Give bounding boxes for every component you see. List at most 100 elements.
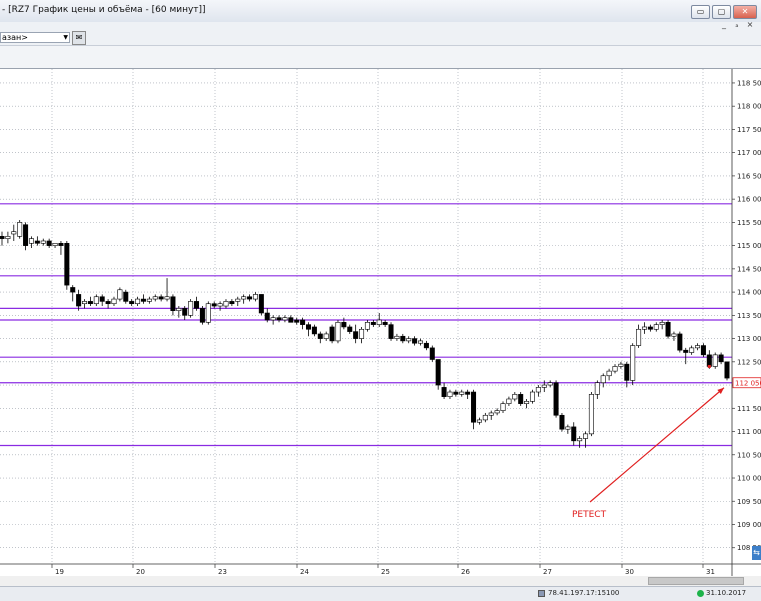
bull-candle-body bbox=[541, 384, 547, 388]
maximize-button[interactable]: ▢ bbox=[712, 5, 731, 19]
bull-candle-body bbox=[5, 236, 11, 239]
candle bbox=[624, 361, 630, 388]
bear-candle-body bbox=[683, 349, 689, 353]
mdi-restore-button[interactable]: ₐ bbox=[732, 21, 742, 30]
candle bbox=[305, 322, 312, 337]
chart-svg[interactable]: 108 500109 000109 500110 000110 500111 0… bbox=[0, 69, 761, 577]
mdi-controls: _ ₐ × bbox=[719, 21, 755, 30]
candle bbox=[671, 331, 677, 341]
candle bbox=[123, 289, 129, 304]
minimize-button[interactable]: ▭ bbox=[691, 5, 710, 19]
candle bbox=[329, 324, 335, 344]
bull-candle-body bbox=[335, 322, 341, 342]
candle bbox=[76, 289, 82, 311]
candle bbox=[70, 285, 76, 302]
candle bbox=[23, 222, 29, 251]
window-titlebar: - [RZ7 График цены и объёма - [60 минут]… bbox=[0, 0, 761, 23]
close-button[interactable]: ✕ bbox=[733, 5, 757, 19]
candle bbox=[323, 331, 329, 341]
candle bbox=[258, 294, 264, 316]
candle bbox=[647, 324, 653, 332]
bear-candle-body bbox=[388, 324, 394, 339]
bear-candle-body bbox=[553, 382, 559, 416]
candle bbox=[188, 299, 194, 318]
bear-candle-body bbox=[624, 363, 630, 381]
bull-candle-body bbox=[594, 382, 600, 395]
candle bbox=[441, 382, 447, 399]
bull-candle-body bbox=[252, 294, 258, 300]
bear-candle-body bbox=[211, 303, 217, 307]
y-tick-label: 113 000 bbox=[737, 335, 761, 343]
candle bbox=[235, 296, 241, 307]
candle bbox=[630, 343, 636, 386]
candle bbox=[353, 324, 359, 344]
bull-candle-body bbox=[712, 354, 718, 367]
bull-candle-body bbox=[223, 301, 229, 307]
scrollbar-thumb[interactable] bbox=[648, 577, 744, 585]
bear-candle-body bbox=[435, 359, 441, 386]
chevron-down-icon[interactable]: ▼ bbox=[63, 33, 68, 43]
toolbar: азан> ▼ ✉ bbox=[0, 31, 761, 46]
y-tick-label: 116 500 bbox=[737, 172, 761, 180]
annotation-label: РЕТЕСТ bbox=[572, 510, 607, 520]
current-price-label: 112 050 bbox=[735, 380, 761, 388]
bull-candle-body bbox=[152, 296, 158, 300]
candle bbox=[606, 368, 612, 381]
candle bbox=[40, 238, 46, 246]
instrument-combo[interactable]: азан> ▼ bbox=[0, 32, 70, 43]
y-tick-label: 114 000 bbox=[737, 289, 761, 297]
bull-candle-body bbox=[689, 347, 695, 353]
bear-candle-body bbox=[453, 391, 459, 395]
bull-candle-body bbox=[529, 391, 535, 402]
side-panel-toggle-icon[interactable]: ⇆ bbox=[752, 546, 761, 560]
bull-candle-body bbox=[164, 296, 170, 300]
candle bbox=[677, 331, 683, 353]
bear-candle-body bbox=[76, 294, 82, 307]
bull-candle-body bbox=[241, 296, 247, 300]
candle bbox=[370, 319, 376, 327]
y-tick-label: 111 000 bbox=[737, 428, 761, 436]
candle bbox=[199, 306, 205, 325]
candle bbox=[0, 231, 5, 246]
candle bbox=[394, 333, 400, 341]
candle bbox=[182, 306, 188, 320]
candle bbox=[559, 412, 565, 432]
y-tick-label: 118 500 bbox=[737, 79, 761, 87]
bull-candle-body bbox=[547, 382, 553, 386]
candle bbox=[194, 296, 200, 311]
candle bbox=[453, 389, 459, 397]
bear-candle-body bbox=[400, 335, 406, 342]
mdi-minimize-button[interactable]: _ bbox=[719, 21, 729, 30]
chart-horizontal-scrollbar[interactable] bbox=[0, 576, 761, 586]
y-tick-label: 110 500 bbox=[737, 451, 761, 459]
bear-candle-body bbox=[70, 287, 76, 293]
y-tick-label: 115 500 bbox=[737, 219, 761, 227]
bull-candle-body bbox=[488, 412, 494, 416]
bear-candle-body bbox=[34, 240, 40, 244]
x-tick-label: 24 bbox=[300, 568, 309, 576]
bear-candle-body bbox=[87, 301, 93, 305]
y-tick-label: 112 500 bbox=[737, 358, 761, 366]
candle bbox=[105, 299, 111, 309]
bear-candle-body bbox=[170, 296, 176, 311]
candle bbox=[512, 392, 518, 402]
bear-candle-body bbox=[706, 354, 712, 367]
candle bbox=[500, 401, 506, 413]
bull-candle-body bbox=[117, 289, 123, 300]
candle bbox=[565, 424, 571, 434]
window-title: - [RZ7 График цены и объёма - [60 минут]… bbox=[2, 5, 206, 15]
y-tick-label: 114 500 bbox=[737, 265, 761, 273]
y-tick-label: 111 500 bbox=[737, 405, 761, 413]
bear-candle-body bbox=[300, 319, 306, 325]
candle bbox=[529, 389, 535, 404]
bear-candle-body bbox=[412, 338, 418, 344]
price-chart[interactable]: 108 500109 000109 500110 000110 500111 0… bbox=[0, 68, 761, 577]
bear-candle-body bbox=[311, 326, 317, 335]
toolbar-action-button[interactable]: ✉ bbox=[72, 31, 86, 45]
bear-candle-body bbox=[182, 308, 188, 316]
candle bbox=[594, 380, 600, 399]
mdi-close-button[interactable]: × bbox=[745, 21, 755, 30]
candle bbox=[471, 389, 477, 430]
status-date: 31.10.2017 bbox=[706, 589, 747, 597]
candle bbox=[276, 315, 282, 323]
